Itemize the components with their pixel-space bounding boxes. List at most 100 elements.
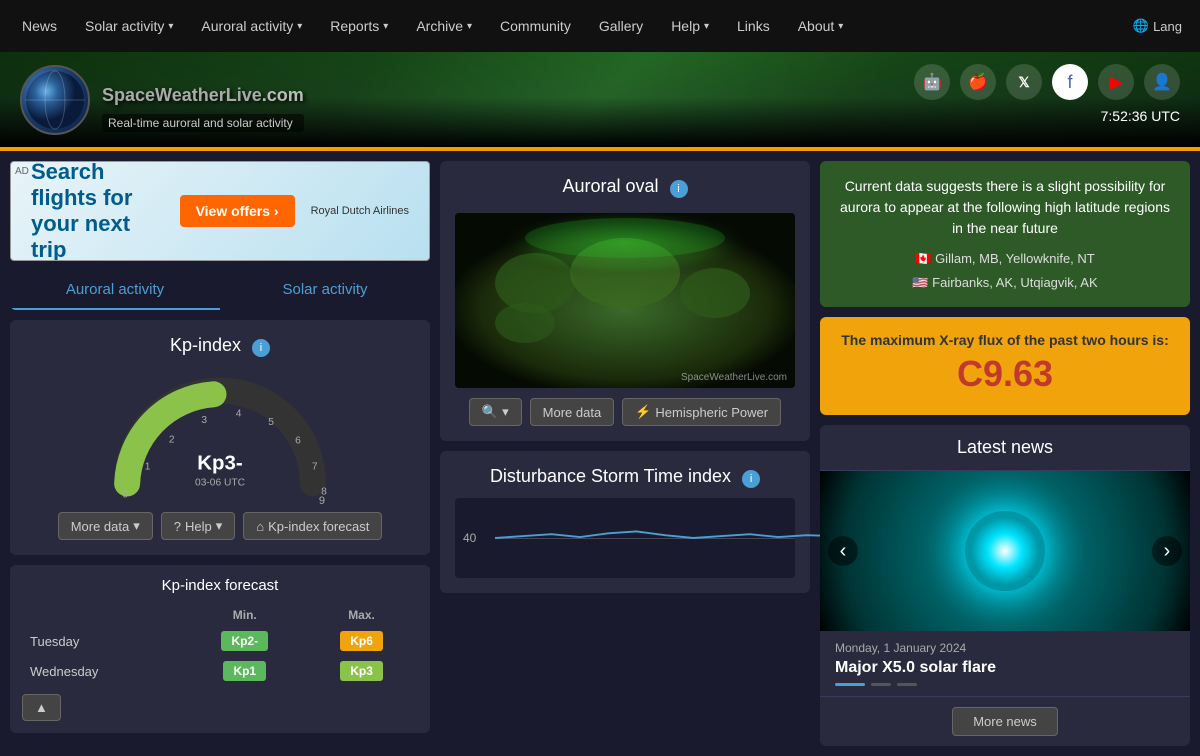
forecast-title: Kp-index forecast: [22, 577, 418, 594]
news-next-button[interactable]: ›: [1152, 536, 1182, 566]
more-news-button[interactable]: More news: [952, 707, 1058, 736]
aurora-notice-panel: Current data suggests there is a slight …: [820, 161, 1190, 307]
ad-logo: Royal Dutch Airlines: [311, 205, 409, 217]
ad-banner[interactable]: AD Search flights for your next trip Vie…: [10, 161, 430, 261]
facebook-icon[interactable]: f: [1052, 64, 1088, 100]
help-dropdown-arrow: ▾: [704, 21, 709, 32]
ad-text: Search flights for your next trip: [31, 161, 164, 261]
svg-text:3: 3: [201, 415, 207, 426]
power-icon: ⚡: [635, 404, 651, 420]
zoom-button[interactable]: 🔍 ▾: [469, 398, 522, 426]
dropdown-arrow-zoom: ▾: [502, 404, 509, 420]
nav-item-reports[interactable]: Reports ▾: [316, 0, 402, 52]
svg-text:6: 6: [295, 436, 301, 447]
x-twitter-icon[interactable]: 𝕏: [1006, 64, 1042, 100]
youtube-icon[interactable]: ▶: [1098, 64, 1134, 100]
help-button[interactable]: ? Help ▾: [161, 512, 236, 540]
utc-time: 7:52:36 UTC: [1101, 108, 1180, 124]
language-selector[interactable]: 🌐 Lang: [1123, 18, 1192, 34]
dst-chart-svg: [495, 498, 835, 578]
kp-index-title: Kp-index i: [25, 335, 415, 357]
nav-item-solar[interactable]: Solar activity ▾: [71, 0, 187, 52]
more-data-button[interactable]: More data ▾: [58, 512, 153, 540]
table-row: Tuesday Kp2- Kp6: [22, 626, 418, 656]
aurora-locations: 🇨🇦 Gillam, MB, Yellowknife, NT 🇺🇸 Fairba…: [835, 249, 1175, 292]
nav-item-auroral[interactable]: Auroral activity ▾: [187, 0, 316, 52]
news-date: Monday, 1 January 2024: [835, 641, 1175, 655]
globe-icon: 🌐: [1133, 18, 1149, 34]
auroral-oval-title: Auroral oval i: [455, 176, 795, 198]
right-column: Current data suggests there is a slight …: [820, 161, 1190, 746]
news-panel-title: Latest news: [820, 425, 1190, 471]
kp-min-wednesday: Kp1: [184, 656, 305, 686]
news-more-area: More news: [820, 697, 1190, 746]
auroral-dropdown-arrow: ▾: [297, 21, 302, 32]
svg-text:Kp3-: Kp3-: [197, 453, 242, 475]
kp-buttons: More data ▾ ? Help ▾ ⌂ Kp-index forecast: [25, 512, 415, 540]
android-icon[interactable]: 🤖: [914, 64, 950, 100]
auroral-info-badge[interactable]: i: [670, 180, 688, 198]
logo-globe: [20, 65, 90, 135]
aurora-location-canada: 🇨🇦 Gillam, MB, Yellowknife, NT: [835, 249, 1175, 269]
auroral-buttons: 🔍 ▾ More data ⚡ Hemispheric Power: [455, 398, 795, 426]
archive-dropdown-arrow: ▾: [467, 21, 472, 32]
aurora-notice-text: Current data suggests there is a slight …: [840, 178, 1170, 236]
nav-item-links[interactable]: Links: [723, 0, 784, 52]
kp-index-section: Kp-index i 0 1 2 3 4 5 6 7: [10, 320, 430, 555]
map-watermark: SpaceWeatherLive.com: [681, 372, 787, 383]
kp-badge-max-wed: Kp3: [340, 661, 383, 681]
nav-item-about[interactable]: About ▾: [784, 0, 858, 52]
dropdown-arrow-icon: ▾: [133, 518, 140, 534]
nav-item-archive[interactable]: Archive ▾: [402, 0, 486, 52]
ad-headline: Search flights for your next trip: [31, 161, 164, 261]
svg-text:4: 4: [236, 409, 242, 420]
auroral-oval-section: Auroral oval i: [440, 161, 810, 441]
svg-text:0: 0: [122, 489, 128, 500]
dst-section: Disturbance Storm Time index i 40: [440, 451, 810, 593]
chart-icon: ⌂: [256, 519, 264, 534]
ad-cta-button[interactable]: View offers ›: [180, 195, 295, 227]
day-tuesday: Tuesday: [22, 626, 184, 656]
svg-text:7: 7: [312, 462, 318, 473]
nav-item-gallery[interactable]: Gallery: [585, 0, 657, 52]
dst-title: Disturbance Storm Time index i: [455, 466, 795, 488]
news-prev-button[interactable]: ‹: [828, 536, 858, 566]
tab-solar-activity[interactable]: Solar activity: [220, 271, 430, 310]
tab-auroral-activity[interactable]: Auroral activity: [10, 271, 220, 310]
user-icon[interactable]: 👤: [1144, 64, 1180, 100]
earth-svg: [455, 213, 795, 388]
dst-info-badge[interactable]: i: [742, 470, 760, 488]
social-icons-row: 🤖 🍎 𝕏 f ▶ 👤: [914, 64, 1180, 100]
kp-forecast-button[interactable]: ⌂ Kp-index forecast: [243, 512, 382, 540]
expand-forecast-button[interactable]: ▲: [22, 694, 61, 721]
news-caption: Monday, 1 January 2024 Major X5.0 solar …: [820, 631, 1190, 697]
activity-container: Auroral activity Solar activity: [10, 271, 430, 310]
header-right: 🤖 🍎 𝕏 f ▶ 👤 7:52:36 UTC: [914, 52, 1180, 124]
kp-badge-min-wed: Kp1: [223, 661, 266, 681]
header-banner: SpaceWeatherLive.com Real-time auroral a…: [0, 52, 1200, 147]
question-icon: ?: [174, 519, 181, 534]
gauge-svg: 0 1 2 3 4 5 6 7 8 Kp3- 03-06 UTC: [100, 372, 340, 502]
center-column: Auroral oval i: [440, 161, 810, 746]
apple-icon[interactable]: 🍎: [960, 64, 996, 100]
auroral-map: SpaceWeatherLive.com: [455, 213, 795, 388]
svg-text:2: 2: [169, 435, 175, 446]
usa-flag: 🇺🇸: [912, 275, 928, 290]
search-icon: 🔍: [482, 404, 498, 420]
ad-content: Search flights for your next trip View o…: [11, 161, 429, 261]
kp-info-badge[interactable]: i: [252, 339, 270, 357]
logo-area: SpaceWeatherLive.com Real-time auroral a…: [20, 65, 304, 135]
activity-tabs: Auroral activity Solar activity: [10, 271, 430, 310]
auroral-more-data-button[interactable]: More data: [530, 398, 615, 426]
site-subtitle: Real-time auroral and solar activity: [102, 114, 304, 132]
hemispheric-power-button[interactable]: ⚡ Hemispheric Power: [622, 398, 781, 426]
forecast-table: Min. Max. Tuesday Kp2- Kp6: [22, 604, 418, 686]
news-headline: Major X5.0 solar flare: [835, 659, 1175, 677]
dst-chart: 40: [455, 498, 795, 578]
nav-item-news[interactable]: News: [8, 0, 71, 52]
nav-item-help[interactable]: Help ▾: [657, 0, 723, 52]
kp-max-wednesday: Kp3: [305, 656, 418, 686]
col-day: [22, 604, 184, 626]
news-image: ‹ ›: [820, 471, 1190, 631]
nav-item-community[interactable]: Community: [486, 0, 585, 52]
